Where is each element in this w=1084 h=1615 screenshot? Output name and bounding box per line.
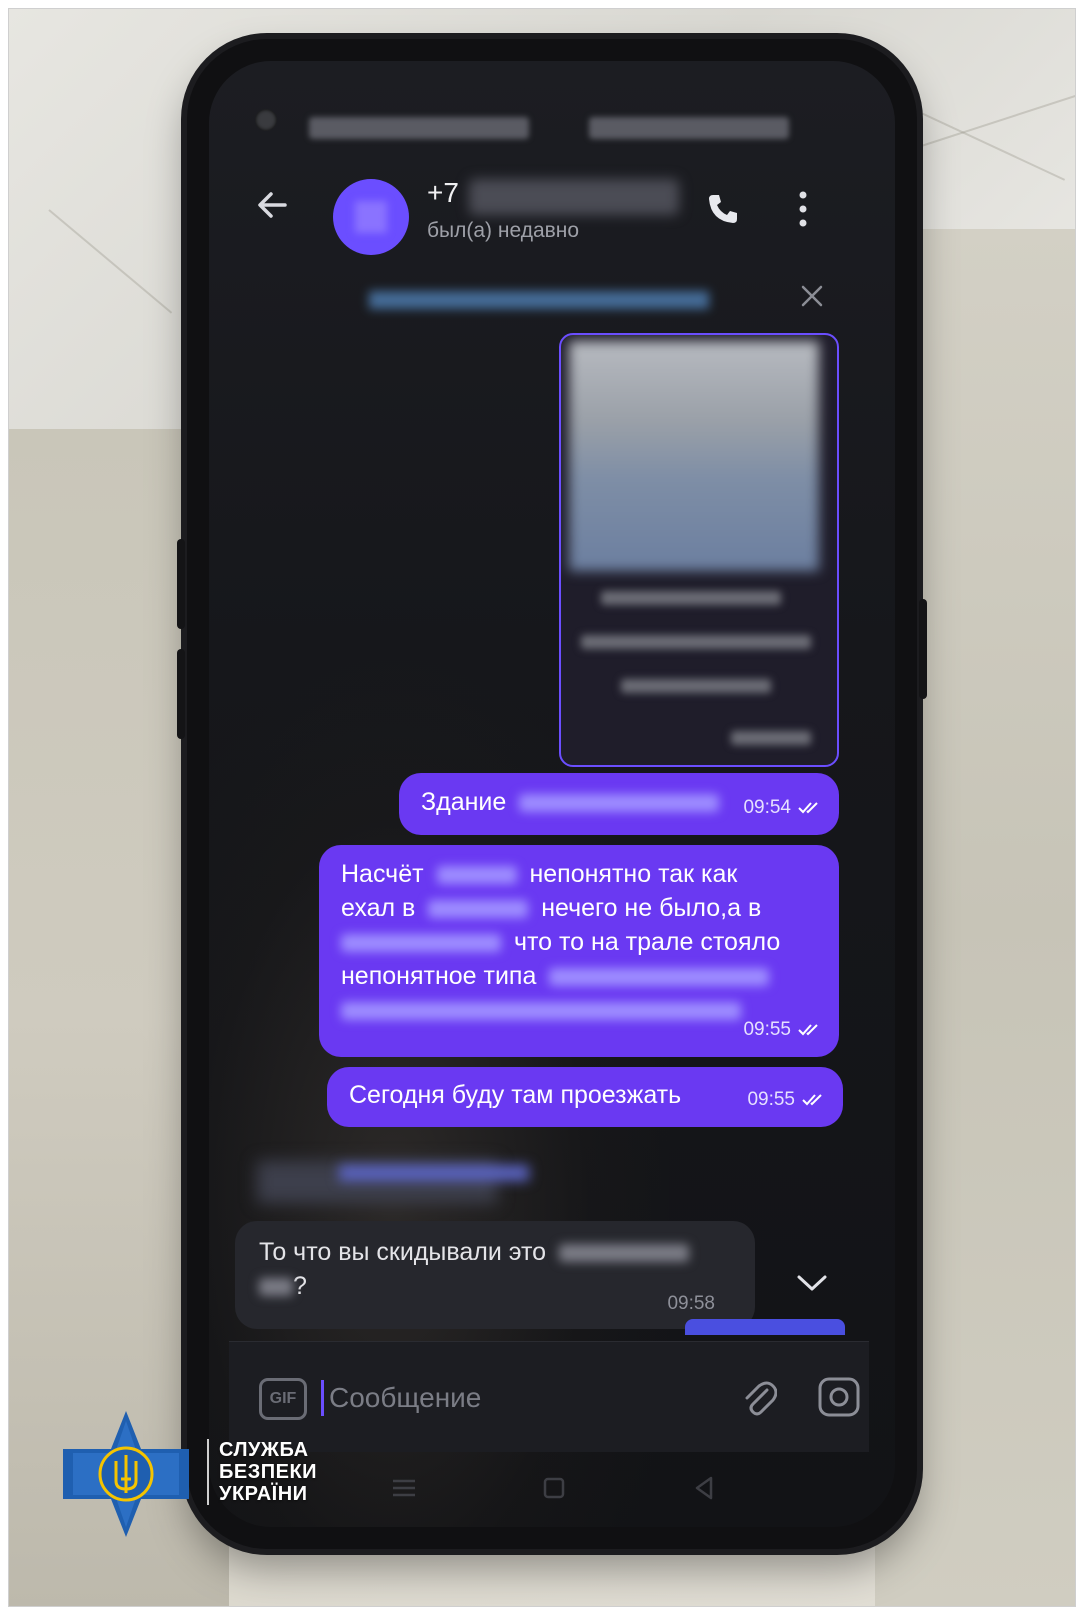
media-image-blurred [569,341,819,571]
message-input[interactable] [327,1376,711,1420]
reply-preview-blurred [339,1165,529,1181]
outgoing-message[interactable]: Сегодня буду там проезжать 09:55 [327,1067,843,1127]
photo-frame: +7 был(а) недавно Здание 09:54 Насчёт не… [8,8,1076,1607]
last-seen-status: был(а) недавно [427,219,580,242]
redacted-text [559,1244,690,1263]
message-time: 09:55 [743,1019,791,1040]
more-menu-icon[interactable] [797,189,809,229]
contact-name[interactable]: +7 [427,177,459,209]
contact-name-blurred [469,179,679,215]
text-cursor [321,1380,324,1416]
back-arrow-icon[interactable] [253,185,293,225]
redacted-text [428,900,529,919]
power-button [919,599,927,699]
message-meta: 09:55 [743,1013,823,1047]
front-camera [255,109,277,131]
camera-icon[interactable] [817,1376,861,1418]
message-text: непонятное типа [341,962,537,990]
caption-blurred [731,731,811,745]
message-text: непонятно так как [529,860,738,888]
redacted-text [341,1002,741,1021]
phone-screen: +7 был(а) недавно Здание 09:54 Насчёт не… [209,61,895,1527]
close-icon[interactable] [799,283,825,309]
redacted-text [549,968,770,987]
volume-button [177,539,185,629]
logo-line: БЕЗПЕКИ [219,1461,318,1483]
caption-blurred [621,679,771,693]
read-receipt-icon [798,1024,818,1036]
paperclip-icon[interactable] [741,1376,777,1418]
logo-line: УКРАЇНИ [219,1483,308,1505]
redacted-text [519,794,720,813]
unread-indicator [685,1319,845,1335]
volume-button [177,649,185,739]
read-receipt-icon [798,802,818,814]
message-composer: GIF [229,1341,869,1452]
message-text: что то на трале стояло [513,928,781,956]
message-text: ? [293,1272,307,1300]
home-icon[interactable] [539,1473,569,1503]
status-bar-blurred [309,117,529,139]
redacted-text [259,1278,293,1297]
phone-call-icon[interactable] [705,191,741,227]
message-time: 09:55 [747,1089,795,1110]
menu-icon[interactable] [389,1473,419,1503]
logo-line: СЛУЖБА [219,1439,309,1461]
avatar[interactable] [333,179,409,255]
message-text: ехал в [341,894,416,922]
message-text: То что вы скидывали это [259,1238,547,1266]
message-time: 09:58 [667,1293,715,1314]
message-meta: 09:54 [743,791,823,825]
outgoing-message[interactable]: Здание 09:54 [399,773,839,835]
chevron-down-icon[interactable] [795,1271,829,1295]
logo-divider [207,1439,209,1505]
caption-blurred [601,591,781,605]
caption-blurred [581,635,811,649]
message-text: Здание [421,788,507,816]
incoming-message[interactable]: То что вы скидывали это ? 09:58 [235,1221,755,1329]
message-meta: 09:55 [747,1083,827,1117]
pinned-message-blurred[interactable] [369,291,709,309]
message-text: Сегодня буду там проезжать [349,1081,682,1109]
media-message[interactable] [559,333,839,767]
logo-text: СЛУЖБА БЕЗПЕКИ УКРАЇНИ [219,1439,317,1505]
status-bar-blurred [589,117,789,139]
sbu-shield-icon [63,1411,189,1537]
message-time: 09:54 [743,797,791,818]
back-icon[interactable] [689,1473,719,1503]
outgoing-message[interactable]: Насчёт непонятно так как ехал в нечего н… [319,845,839,1057]
smartphone: +7 был(а) недавно Здание 09:54 Насчёт не… [177,39,927,1549]
redacted-text [341,934,501,953]
redacted-text [436,866,517,885]
message-text: нечего не было,а в [541,894,762,922]
read-receipt-icon [802,1094,822,1106]
message-text: Насчёт [341,860,424,888]
sbu-logo: СЛУЖБА БЕЗПЕКИ УКРАЇНИ [61,1409,317,1539]
